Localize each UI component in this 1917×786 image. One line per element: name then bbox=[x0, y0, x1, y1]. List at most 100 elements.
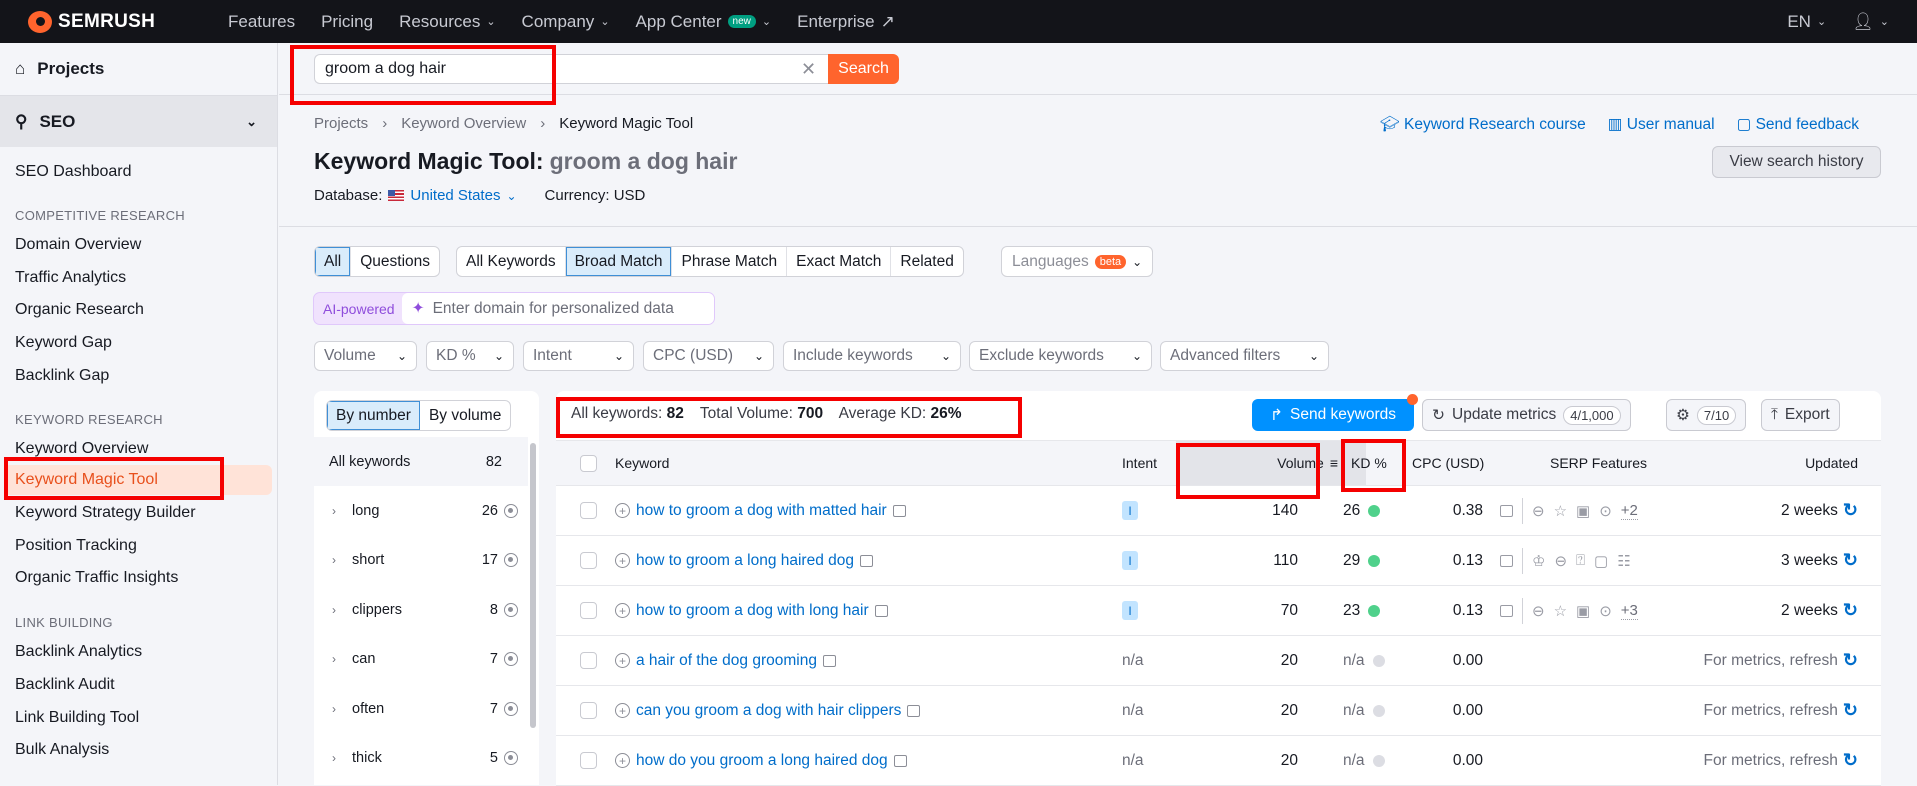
row-checkbox[interactable] bbox=[580, 602, 597, 619]
group-all-keywords[interactable]: All keywords 82 bbox=[314, 437, 528, 486]
intent-filter[interactable]: Intent ⌄ bbox=[523, 341, 634, 371]
add-icon[interactable]: + bbox=[615, 503, 630, 518]
sidebar-item-keyword-strategy-builder[interactable]: Keyword Strategy Builder bbox=[15, 504, 196, 522]
sidebar-item-traffic-analytics[interactable]: Traffic Analytics bbox=[15, 269, 126, 287]
sidebar-item-organic-traffic-insights[interactable]: Organic Traffic Insights bbox=[15, 569, 178, 587]
tab-all-keywords[interactable]: All Keywords bbox=[457, 247, 566, 276]
group-item[interactable]: › short 17 bbox=[314, 536, 528, 585]
tab-broad-match[interactable]: Broad Match bbox=[565, 247, 673, 276]
row-checkbox[interactable] bbox=[580, 752, 597, 769]
serp-icon[interactable] bbox=[893, 754, 907, 767]
sidebar-item-keyword-magic-tool[interactable]: Keyword Magic Tool bbox=[15, 471, 158, 489]
serp-icon[interactable] bbox=[874, 604, 888, 617]
send-feedback-link[interactable]: ▢ Send feedback bbox=[1737, 115, 1859, 134]
view-search-history-button[interactable]: View search history bbox=[1712, 146, 1881, 178]
settings-button[interactable]: ⚙ 7/10 bbox=[1666, 399, 1747, 431]
more-serp-features[interactable]: +3 bbox=[1620, 602, 1638, 620]
serp-snapshot-icon[interactable] bbox=[1500, 554, 1513, 567]
sidebar-item-link-building-tool[interactable]: Link Building Tool bbox=[15, 709, 139, 727]
group-item[interactable]: › often 7 bbox=[314, 684, 528, 733]
group-item[interactable]: › clippers 8 bbox=[314, 585, 528, 634]
nav-enterprise[interactable]: Enterprise ↗ bbox=[797, 12, 895, 32]
eye-icon[interactable] bbox=[504, 652, 518, 666]
col-keyword[interactable]: Keyword bbox=[615, 441, 669, 485]
serp-icon[interactable] bbox=[860, 554, 874, 567]
serp-icon[interactable] bbox=[822, 654, 836, 667]
languages-dropdown[interactable]: Languages beta ⌄ bbox=[1001, 246, 1154, 277]
eye-icon[interactable] bbox=[504, 503, 518, 518]
nav-features[interactable]: Features bbox=[228, 12, 295, 32]
add-icon[interactable]: + bbox=[615, 603, 630, 618]
cpc-filter[interactable]: CPC (USD) ⌄ bbox=[643, 341, 774, 371]
sidebar-item-keyword-overview[interactable]: Keyword Overview bbox=[15, 440, 148, 458]
database-selector[interactable]: United States bbox=[410, 187, 500, 204]
serp-icon[interactable] bbox=[907, 704, 921, 717]
keyword-link[interactable]: a hair of the dog grooming bbox=[636, 652, 817, 670]
sidebar-item-backlink-audit[interactable]: Backlink Audit bbox=[15, 676, 115, 694]
eye-icon[interactable] bbox=[504, 553, 518, 567]
kd-filter[interactable]: KD % ⌄ bbox=[426, 341, 514, 371]
scrollbar[interactable] bbox=[530, 443, 536, 728]
group-item[interactable]: › can 7 bbox=[314, 635, 528, 684]
refresh-icon[interactable]: ↻ bbox=[1843, 750, 1858, 771]
breadcrumb-projects[interactable]: Projects bbox=[314, 115, 368, 132]
keyword-link[interactable]: how to groom a long haired dog bbox=[636, 552, 854, 570]
by-volume-button[interactable]: By volume bbox=[420, 401, 510, 430]
refresh-icon[interactable]: ↻ bbox=[1843, 550, 1858, 571]
user-menu[interactable]: 👤︎ ⌄ bbox=[1852, 12, 1889, 32]
sidebar-seo[interactable]: ⚲ SEO ⌄ bbox=[0, 96, 277, 147]
serp-icon[interactable] bbox=[892, 504, 906, 517]
col-updated[interactable]: Updated bbox=[1805, 441, 1858, 485]
keyword-link[interactable]: how to groom a dog with long hair bbox=[636, 602, 869, 620]
serp-snapshot-icon[interactable] bbox=[1500, 604, 1513, 617]
send-keywords-button[interactable]: ↱ Send keywords bbox=[1252, 399, 1414, 431]
sidebar-item-position-tracking[interactable]: Position Tracking bbox=[15, 537, 137, 555]
group-item[interactable]: › thick 5 bbox=[314, 734, 528, 783]
sidebar-item-backlink-analytics[interactable]: Backlink Analytics bbox=[15, 643, 142, 661]
tab-exact-match[interactable]: Exact Match bbox=[787, 247, 892, 276]
search-button[interactable]: Search bbox=[828, 54, 899, 84]
semrush-logo[interactable]: SEMRUSH bbox=[28, 10, 228, 33]
tab-related[interactable]: Related bbox=[891, 247, 962, 276]
user-manual-link[interactable]: ▥ User manual bbox=[1608, 115, 1715, 134]
nav-resources[interactable]: Resources ⌄ bbox=[399, 12, 495, 32]
col-serp-features[interactable]: SERP Features bbox=[1550, 441, 1647, 485]
refresh-icon[interactable]: ↻ bbox=[1843, 650, 1858, 671]
breadcrumb-keyword-overview[interactable]: Keyword Overview bbox=[401, 115, 526, 132]
refresh-icon[interactable]: ↻ bbox=[1843, 500, 1858, 521]
group-item[interactable]: › long 26 bbox=[314, 486, 528, 535]
tab-phrase-match[interactable]: Phrase Match bbox=[672, 247, 788, 276]
sidebar-item-keyword-gap[interactable]: Keyword Gap bbox=[15, 334, 112, 352]
add-icon[interactable]: + bbox=[615, 703, 630, 718]
nav-pricing[interactable]: Pricing bbox=[321, 12, 373, 32]
col-cpc[interactable]: CPC (USD) bbox=[1412, 441, 1484, 485]
clear-icon[interactable]: ✕ bbox=[801, 59, 816, 80]
sidebar-item-organic-research[interactable]: Organic Research bbox=[15, 301, 144, 319]
row-checkbox[interactable] bbox=[580, 552, 597, 569]
domain-input[interactable]: ✦ Enter domain for personalized data bbox=[401, 293, 714, 324]
keyword-search-input[interactable]: groom a dog hair bbox=[314, 54, 828, 84]
language-selector[interactable]: EN ⌄ bbox=[1787, 12, 1826, 32]
add-icon[interactable]: + bbox=[615, 753, 630, 768]
col-volume[interactable]: Volume ≡ bbox=[1176, 441, 1366, 485]
sidebar-item-seo-dashboard[interactable]: SEO Dashboard bbox=[15, 163, 132, 181]
keyword-research-course-link[interactable]: 🎓︎ Keyword Research course bbox=[1380, 115, 1586, 134]
add-icon[interactable]: + bbox=[615, 653, 630, 668]
volume-filter[interactable]: Volume ⌄ bbox=[314, 341, 417, 371]
export-button[interactable]: ⤒ Export bbox=[1761, 399, 1840, 431]
advanced-filters[interactable]: Advanced filters ⌄ bbox=[1160, 341, 1329, 371]
sidebar-item-backlink-gap[interactable]: Backlink Gap bbox=[15, 367, 109, 385]
row-checkbox[interactable] bbox=[580, 502, 597, 519]
col-intent[interactable]: Intent bbox=[1122, 441, 1157, 485]
update-metrics-button[interactable]: ↻ Update metrics 4/1,000 bbox=[1422, 399, 1631, 431]
refresh-icon[interactable]: ↻ bbox=[1843, 600, 1858, 621]
nav-company[interactable]: Company ⌄ bbox=[522, 12, 610, 32]
sidebar-item-bulk-analysis[interactable]: Bulk Analysis bbox=[15, 741, 109, 759]
keyword-link[interactable]: can you groom a dog with hair clippers bbox=[636, 702, 901, 720]
col-kd[interactable]: KD % bbox=[1351, 441, 1387, 485]
serp-snapshot-icon[interactable] bbox=[1500, 504, 1513, 517]
select-all-checkbox[interactable] bbox=[580, 454, 597, 472]
by-number-button[interactable]: By number bbox=[327, 401, 420, 430]
eye-icon[interactable] bbox=[504, 602, 518, 617]
row-checkbox[interactable] bbox=[580, 702, 597, 719]
